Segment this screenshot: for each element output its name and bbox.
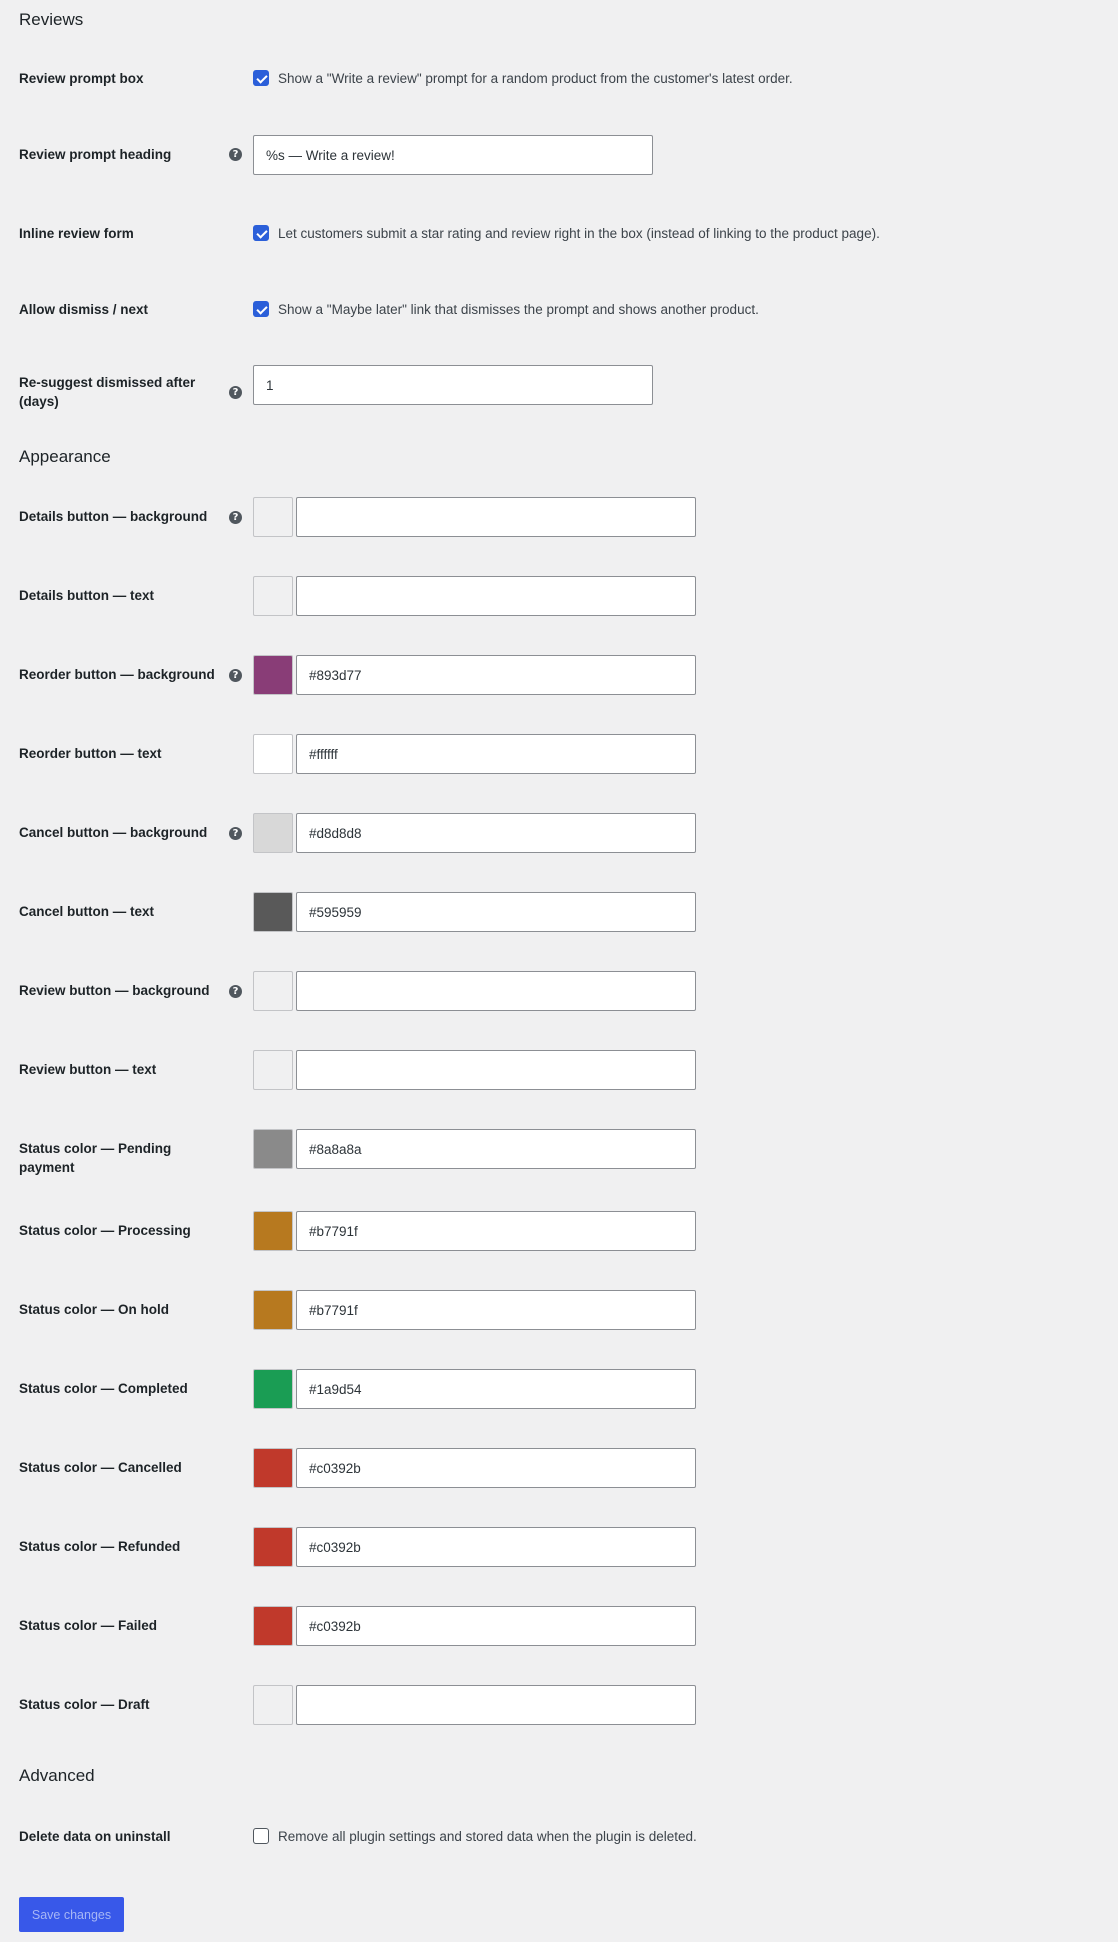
status-on-hold-input[interactable]	[296, 1290, 696, 1330]
row-label: Review prompt box	[19, 71, 144, 86]
details-button-background-input[interactable]	[296, 497, 696, 537]
row-label: Review prompt heading	[19, 147, 172, 162]
cancel-button-background-input[interactable]	[296, 813, 696, 853]
section-heading-reviews: Reviews	[19, 10, 84, 29]
reorder-button-background-input[interactable]	[296, 655, 696, 695]
details-button-text-input[interactable]	[296, 576, 696, 616]
color-swatch[interactable]	[253, 813, 293, 853]
resuggest-days-input[interactable]	[253, 365, 653, 405]
color-swatch[interactable]	[253, 1129, 293, 1169]
status-cancelled-input[interactable]	[296, 1448, 696, 1488]
color-swatch[interactable]	[253, 1290, 293, 1330]
row-label: Status color — Completed	[19, 1381, 188, 1396]
row-label: Status color — Processing	[19, 1223, 191, 1238]
row-label: Reorder button — background	[19, 667, 215, 682]
row-label: Reorder button — text	[19, 746, 162, 761]
color-swatch[interactable]	[253, 1050, 293, 1090]
row-label: Status color — On hold	[19, 1302, 170, 1317]
help-icon[interactable]: ?	[229, 511, 242, 524]
color-swatch[interactable]	[253, 655, 293, 695]
row-label: Status color — Cancelled	[19, 1460, 182, 1475]
row-label: Cancel button — text	[19, 904, 155, 919]
color-swatch[interactable]	[253, 1448, 293, 1488]
save-changes-button[interactable]: Save changes	[19, 1897, 124, 1932]
status-completed-input[interactable]	[296, 1369, 696, 1409]
color-swatch[interactable]	[253, 576, 293, 616]
help-icon[interactable]: ?	[229, 669, 242, 682]
review-prompt-box-checkbox[interactable]	[253, 70, 269, 86]
help-icon[interactable]: ?	[229, 386, 242, 399]
row-label: Allow dismiss / next	[19, 302, 149, 317]
review-prompt-box-option[interactable]: Show a "Write a review" prompt for a ran…	[253, 70, 793, 86]
row-label: Status color — Draft	[19, 1697, 150, 1712]
checkbox-description: Remove all plugin settings and stored da…	[278, 1828, 697, 1844]
color-swatch[interactable]	[253, 1369, 293, 1409]
help-icon[interactable]: ?	[229, 148, 242, 161]
section-heading-advanced: Advanced	[19, 1766, 95, 1785]
status-pending-input[interactable]	[296, 1129, 696, 1169]
color-swatch[interactable]	[253, 1527, 293, 1567]
review-prompt-heading-input[interactable]	[253, 135, 653, 175]
help-icon[interactable]: ?	[229, 985, 242, 998]
allow-dismiss-checkbox[interactable]	[253, 301, 269, 317]
delete-data-option[interactable]: Remove all plugin settings and stored da…	[253, 1828, 697, 1844]
cancel-button-text-input[interactable]	[296, 892, 696, 932]
color-swatch[interactable]	[253, 497, 293, 537]
inline-review-form-option[interactable]: Let customers submit a star rating and r…	[253, 225, 880, 241]
status-draft-input[interactable]	[296, 1685, 696, 1725]
reorder-button-text-input[interactable]	[296, 734, 696, 774]
row-label: Review button — background	[19, 983, 210, 998]
row-label: Delete data on uninstall	[19, 1829, 171, 1844]
color-swatch[interactable]	[253, 1606, 293, 1646]
row-label: Status color — Refunded	[19, 1539, 181, 1554]
status-processing-input[interactable]	[296, 1211, 696, 1251]
row-label: Details button — text	[19, 588, 155, 603]
checkbox-description: Show a "Write a review" prompt for a ran…	[278, 70, 793, 86]
review-button-background-input[interactable]	[296, 971, 696, 1011]
checkbox-description: Show a "Maybe later" link that dismisses…	[278, 301, 759, 317]
color-swatch[interactable]	[253, 892, 293, 932]
color-swatch[interactable]	[253, 1211, 293, 1251]
color-swatch[interactable]	[253, 1685, 293, 1725]
color-swatch[interactable]	[253, 971, 293, 1011]
review-button-text-input[interactable]	[296, 1050, 696, 1090]
delete-data-checkbox[interactable]	[253, 1828, 269, 1844]
row-label: Review button — text	[19, 1062, 157, 1077]
row-label: Re-suggest dismissed after (days)	[19, 375, 196, 409]
settings-page: Reviews Review prompt box Show a "Write …	[0, 0, 1118, 1942]
allow-dismiss-option[interactable]: Show a "Maybe later" link that dismisses…	[253, 301, 759, 317]
row-label: Details button — background	[19, 509, 208, 524]
help-icon[interactable]: ?	[229, 827, 242, 840]
row-label: Status color — Pending payment	[19, 1141, 172, 1175]
inline-review-form-checkbox[interactable]	[253, 225, 269, 241]
section-heading-appearance: Appearance	[19, 447, 111, 466]
status-failed-input[interactable]	[296, 1606, 696, 1646]
row-label: Status color — Failed	[19, 1618, 158, 1633]
row-label: Inline review form	[19, 226, 134, 241]
color-swatch[interactable]	[253, 734, 293, 774]
status-refunded-input[interactable]	[296, 1527, 696, 1567]
checkbox-description: Let customers submit a star rating and r…	[278, 225, 880, 241]
row-label: Cancel button — background	[19, 825, 208, 840]
